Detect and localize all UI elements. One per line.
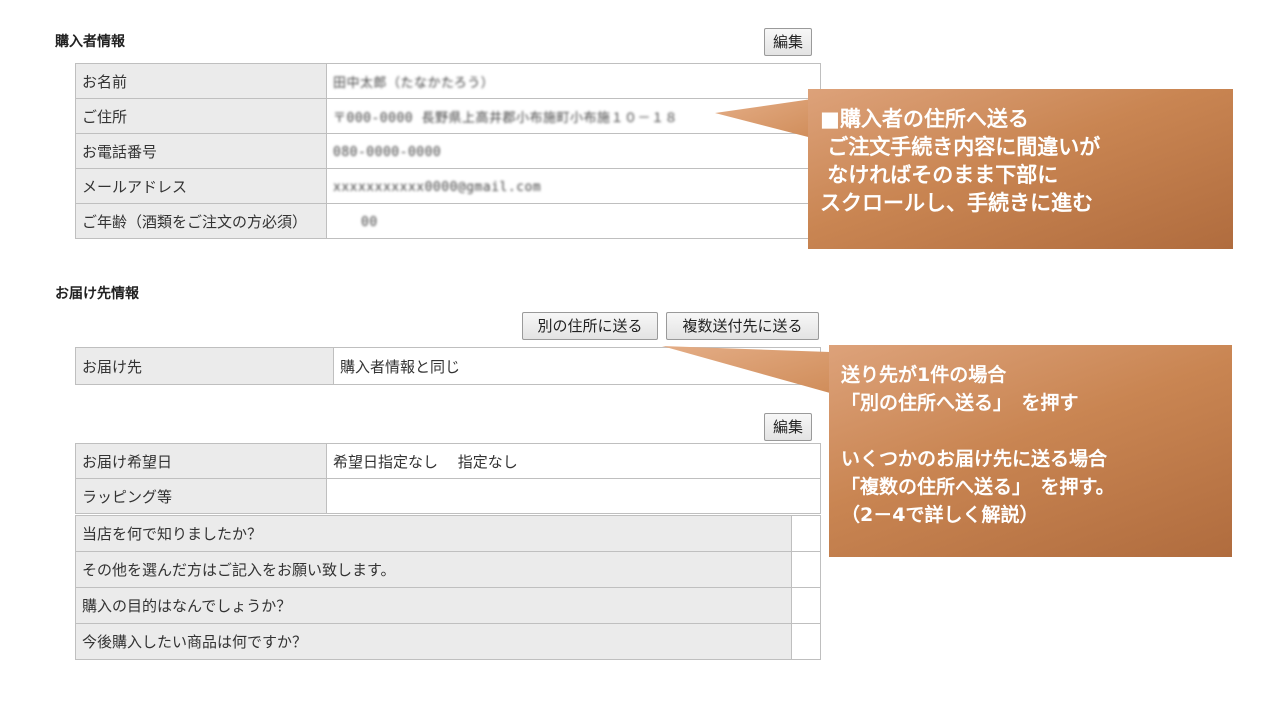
wrapping-value xyxy=(326,478,821,514)
answer-how-found[interactable] xyxy=(791,515,821,552)
buyer-section-title: 購入者情報 xyxy=(55,34,125,50)
order-table: お届け希望日 希望日指定なし 指定なし ラッピング等 xyxy=(75,443,821,514)
questions-table: 当店を何で知りましたか？ その他を選んだ方はご記入をお願い致します。 購入の目的… xyxy=(75,515,821,660)
question-purpose: 購入の目的はなんでしょうか？ xyxy=(75,587,792,624)
table-row: 当店を何で知りましたか？ xyxy=(75,515,821,552)
address-text: 〒000-0000 長野県上高井郡小布施町小布施１０－１８ xyxy=(333,110,678,126)
question-other-note: その他を選んだ方はご記入をお願い致します。 xyxy=(75,551,792,588)
delivery-date-value: 希望日指定なし 指定なし xyxy=(326,443,821,479)
callout-1-line: ご注文手続き内容に間違いが xyxy=(820,135,1101,159)
table-row: ラッピング等 xyxy=(75,478,821,514)
email-value: xxxxxxxxxxx0000@gmail.com xyxy=(326,168,821,204)
callout-2-line: 送り先が1件の場合 xyxy=(841,364,1007,386)
answer-other-note[interactable] xyxy=(791,551,821,588)
email-text: xxxxxxxxxxx0000@gmail.com xyxy=(333,180,542,195)
table-row: メールアドレス xxxxxxxxxxx0000@gmail.com xyxy=(75,168,821,204)
callout-2-line: 「複数の住所へ送る」 を押す。 xyxy=(841,476,1115,498)
callout-1-line: スクロールし、手続きに進む xyxy=(820,191,1093,215)
table-row: その他を選んだ方はご記入をお願い致します。 xyxy=(75,551,821,588)
callout-buyer-address: ■購入者の住所へ送る ご注文手続き内容に間違いが なければそのまま下部に スクロ… xyxy=(808,89,1233,249)
address-label: ご住所 xyxy=(75,98,327,134)
delivery-table: お届け先 購入者情報と同じ xyxy=(75,347,821,385)
phone-value: 080-0000-0000 xyxy=(326,133,821,169)
callout-1-line: ■購入者の住所へ送る xyxy=(820,107,1029,131)
buyer-info-table: お名前 田中太郎（たなかたろう） ご住所 〒000-0000 長野県上高井郡小布… xyxy=(75,63,821,239)
name-text: 田中太郎（たなかたろう） xyxy=(333,75,495,91)
table-row: 購入の目的はなんでしょうか？ xyxy=(75,587,821,624)
callout-1-line: なければそのまま下部に xyxy=(820,163,1059,187)
table-row: 今後購入したい商品は何ですか？ xyxy=(75,623,821,660)
table-row: お電話番号 080-0000-0000 xyxy=(75,133,821,169)
table-row: お届け希望日 希望日指定なし 指定なし xyxy=(75,443,821,479)
table-row: ご年齢（酒類をご注文の方必須） 00 xyxy=(75,203,821,239)
table-row: お届け先 購入者情報と同じ xyxy=(75,347,821,385)
answer-purpose[interactable] xyxy=(791,587,821,624)
delivery-date-label: お届け希望日 xyxy=(75,443,327,479)
order-edit-button[interactable]: 編集 xyxy=(764,413,813,441)
callout-delivery-options: 送り先が1件の場合 「別の住所へ送る」 を押す いくつかのお届け先に送る場合 「… xyxy=(829,345,1232,557)
answer-future-products[interactable] xyxy=(791,623,821,660)
table-row: ご住所 〒000-0000 長野県上高井郡小布施町小布施１０－１８ xyxy=(75,98,821,134)
other-address-button[interactable]: 別の住所に送る xyxy=(522,312,658,340)
name-value: 田中太郎（たなかたろう） xyxy=(326,63,821,99)
callout-2-line: 「別の住所へ送る」 を押す xyxy=(841,392,1079,414)
destination-value: 購入者情報と同じ xyxy=(333,347,821,385)
age-label: ご年齢（酒類をご注文の方必須） xyxy=(75,203,327,239)
table-row: お名前 田中太郎（たなかたろう） xyxy=(75,63,821,99)
wrapping-label: ラッピング等 xyxy=(75,478,327,514)
phone-text: 080-0000-0000 xyxy=(333,145,442,160)
multiple-address-button[interactable]: 複数送付先に送る xyxy=(666,312,819,340)
callout-2-line: いくつかのお届け先に送る場合 xyxy=(841,448,1108,470)
phone-label: お電話番号 xyxy=(75,133,327,169)
callout-2-line: （2－4で詳しく解説） xyxy=(841,504,1039,526)
email-label: メールアドレス xyxy=(75,168,327,204)
question-future-products: 今後購入したい商品は何ですか？ xyxy=(75,623,792,660)
delivery-section-title: お届け先情報 xyxy=(55,286,139,302)
question-how-found: 当店を何で知りましたか？ xyxy=(75,515,792,552)
address-value: 〒000-0000 長野県上高井郡小布施町小布施１０－１８ xyxy=(326,98,821,134)
destination-label: お届け先 xyxy=(75,347,334,385)
age-text: 00 xyxy=(361,215,378,230)
age-value: 00 xyxy=(326,203,821,239)
name-label: お名前 xyxy=(75,63,327,99)
buyer-edit-button[interactable]: 編集 xyxy=(764,28,813,56)
callout-2-line xyxy=(841,417,1232,445)
